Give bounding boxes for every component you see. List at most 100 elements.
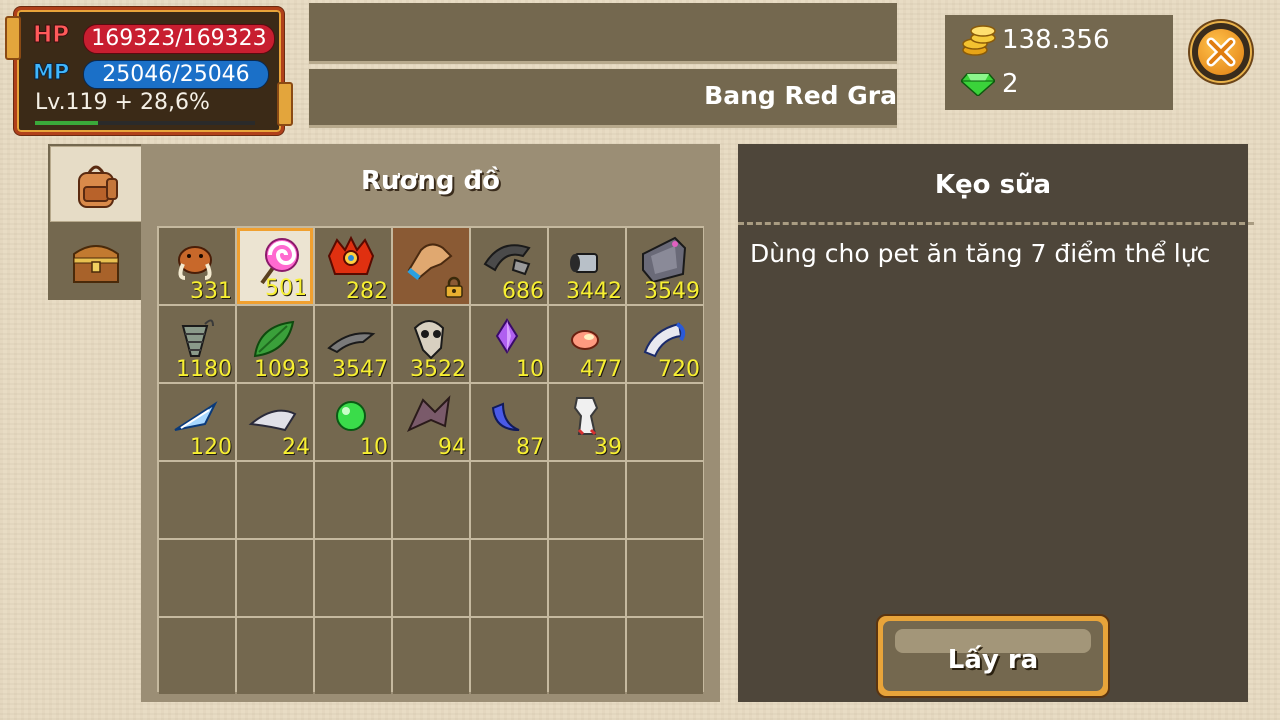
detail-divider	[738, 222, 1254, 225]
empty-slot[interactable]	[627, 540, 703, 616]
tab-chest[interactable]	[50, 224, 142, 298]
empty-slot[interactable]	[393, 462, 469, 538]
inventory-slot[interactable]: 10	[471, 306, 547, 382]
item-quantity: 1180	[176, 357, 232, 382]
inventory-slot[interactable]: 331	[159, 228, 235, 304]
item-quantity: 501	[265, 276, 307, 301]
take-out-button[interactable]: Lấy ra	[876, 614, 1110, 698]
empty-slot[interactable]	[393, 618, 469, 694]
item-quantity: 331	[190, 279, 232, 304]
inventory-slot[interactable]: 39	[549, 384, 625, 460]
mp-bar: 25046/25046	[83, 60, 269, 89]
grey-claw-icon	[327, 332, 376, 354]
empty-slot[interactable]	[315, 540, 391, 616]
inventory-slot[interactable]: 3549	[627, 228, 703, 304]
level-progress-fill	[35, 121, 98, 125]
inventory-slot[interactable]: 720	[627, 306, 703, 382]
empty-slot[interactable]	[315, 462, 391, 538]
dragon-head-icon	[327, 235, 375, 275]
inventory-slot[interactable]: 477	[549, 306, 625, 382]
backpack-icon	[78, 165, 118, 208]
mammoth-icon	[178, 246, 212, 280]
empty-slot[interactable]	[471, 618, 547, 694]
empty-slot[interactable]	[471, 462, 547, 538]
item-quantity: 3522	[410, 357, 466, 382]
inventory-slot[interactable]: 686	[471, 228, 547, 304]
tab-backpack[interactable]	[50, 146, 142, 222]
level-progress-bar	[35, 121, 255, 125]
item-quantity: 3549	[644, 279, 700, 304]
item-quantity: 10	[516, 357, 544, 382]
empty-slot[interactable]	[627, 384, 703, 460]
green-leaf-icon	[253, 320, 295, 358]
item-quantity: 3547	[332, 357, 388, 382]
item-quantity: 24	[282, 435, 310, 460]
inventory-slot[interactable]: 501	[237, 228, 313, 304]
skull-icon	[413, 320, 445, 360]
green-gem-icon	[961, 73, 995, 96]
ice-blade-icon	[174, 401, 218, 431]
inventory-slot[interactable]: 10	[315, 384, 391, 460]
item-quantity: 87	[516, 435, 544, 460]
inventory-title: Rương đồ	[360, 166, 501, 196]
item-quantity: 686	[502, 279, 544, 304]
hp-value: 169323/169323	[91, 26, 267, 51]
item-description: Dùng cho pet ăn tăng 7 điểm thể lực	[750, 239, 1211, 268]
empty-slot[interactable]	[549, 540, 625, 616]
empty-slot[interactable]	[549, 618, 625, 694]
inventory-panel: Rương đồ 331 501 282 686 3442 3549 1180 1093 354…	[141, 144, 720, 702]
lock-icon	[445, 276, 463, 298]
inventory-slot[interactable]: 1093	[237, 306, 313, 382]
empty-slot[interactable]	[237, 462, 313, 538]
inventory-slot[interactable]: 120	[159, 384, 235, 460]
empty-slot[interactable]	[393, 540, 469, 616]
empty-slot[interactable]	[237, 618, 313, 694]
stone-shield-icon	[642, 236, 687, 282]
purple-crystal-icon	[495, 318, 519, 354]
empty-slot[interactable]	[159, 462, 235, 538]
item-quantity: 39	[594, 435, 622, 460]
inventory-slot[interactable]: 1180	[159, 306, 235, 382]
guild-name: Bang Red Gra	[704, 81, 897, 110]
currency-box: 138.356 2	[945, 15, 1173, 110]
silver-fang-icon	[248, 409, 297, 432]
gem-amount: 2	[1002, 69, 1019, 99]
item-quantity: 477	[580, 357, 622, 382]
guild-banner: Bang Red Gra	[309, 69, 897, 128]
hp-label: HP	[32, 22, 70, 49]
inventory-slot[interactable]: 3442	[549, 228, 625, 304]
inventory-slot[interactable]: 3522	[393, 306, 469, 382]
close-icon	[1206, 37, 1236, 67]
blue-crescent-icon	[491, 402, 520, 431]
empty-slot[interactable]	[549, 462, 625, 538]
drill-shell-icon	[181, 319, 214, 357]
empty-slot[interactable]	[471, 540, 547, 616]
empty-slot[interactable]	[627, 462, 703, 538]
inventory-slot[interactable]: 3547	[315, 306, 391, 382]
gold-amount: 138.356	[1002, 25, 1110, 55]
empty-slot[interactable]	[159, 540, 235, 616]
header-banner	[309, 3, 897, 64]
inventory-slot[interactable]: 94	[393, 384, 469, 460]
empty-slot[interactable]	[237, 540, 313, 616]
level-text: Lv.119 + 28,6%	[35, 90, 210, 115]
close-button[interactable]	[1190, 21, 1252, 83]
treasure-chest-icon	[73, 245, 119, 283]
inventory-slot[interactable]: 24	[237, 384, 313, 460]
close-button-face	[1198, 29, 1244, 75]
empty-slot[interactable]	[627, 618, 703, 694]
inventory-slot[interactable]: 87	[471, 384, 547, 460]
item-quantity: 10	[360, 435, 388, 460]
inventory-grid: 331 501 282 686 3442 3549 1180 1093 3547 3522 10 47…	[157, 226, 704, 694]
inventory-slot[interactable]: 282	[315, 228, 391, 304]
inventory-slot[interactable]	[393, 228, 469, 304]
item-detail-title: Kẹo sữa	[934, 170, 1052, 200]
green-orb-icon	[336, 401, 366, 431]
empty-slot[interactable]	[315, 618, 391, 694]
blue-horn-icon	[643, 322, 686, 358]
empty-slot[interactable]	[159, 618, 235, 694]
bat-wing-icon	[406, 395, 451, 433]
inventory-tabs	[48, 144, 143, 300]
player-status-panel: HP 169323/169323 MP 25046/25046 Lv.119 +…	[5, 7, 293, 135]
metal-cylinder-icon	[570, 253, 598, 273]
